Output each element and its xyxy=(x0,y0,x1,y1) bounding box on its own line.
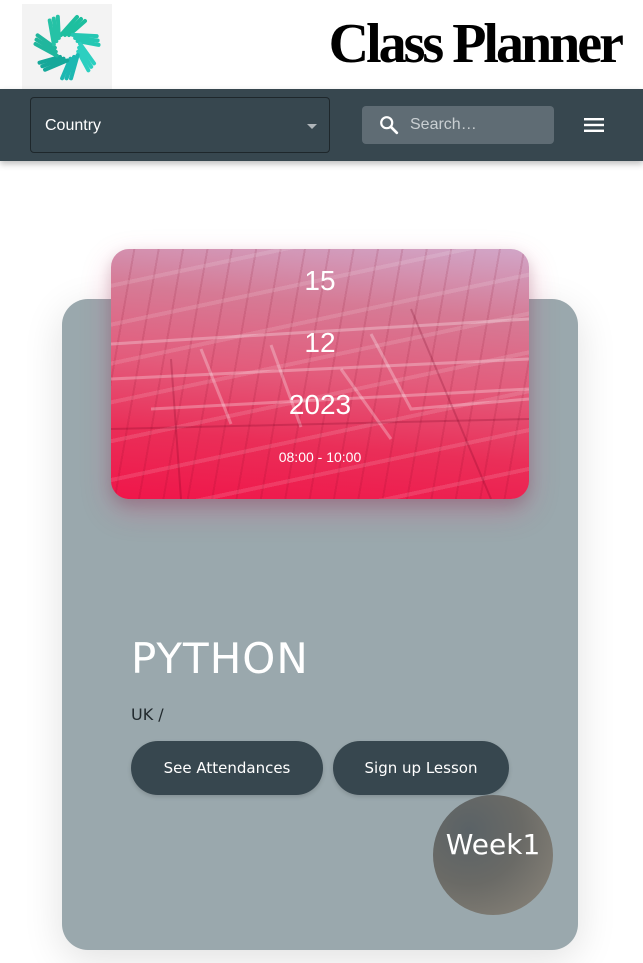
app-logo[interactable] xyxy=(22,4,112,89)
chevron-down-icon xyxy=(307,124,317,129)
app-title: Class Planner xyxy=(328,13,624,75)
teal-snowflake-logo-icon xyxy=(33,14,101,80)
app-header: Class Planner xyxy=(0,0,643,89)
hamburger-menu-icon[interactable] xyxy=(580,111,608,139)
date-year: 2023 xyxy=(288,389,352,420)
date-panel: 15 12 2023 08:00 - 10:00 xyxy=(111,249,529,499)
date-month: 12 xyxy=(304,327,336,358)
time-range: 08:00 - 10:00 xyxy=(278,449,362,465)
see-attendances-button[interactable]: See Attendances xyxy=(131,741,323,795)
week-badge: Week1 xyxy=(433,795,553,915)
menu-icon xyxy=(584,118,604,132)
country-select-label: Country xyxy=(45,117,102,134)
toolbar: Country xyxy=(0,89,643,161)
sign-up-lesson-button[interactable]: Sign up Lesson xyxy=(333,741,509,795)
course-location: UK / xyxy=(131,705,164,724)
search-box[interactable] xyxy=(362,106,554,144)
search-icon xyxy=(380,116,399,135)
date-day: 15 xyxy=(304,265,336,296)
course-title: PYTHON xyxy=(131,634,309,683)
week-label: Week1 xyxy=(445,827,541,861)
search-input[interactable] xyxy=(410,106,550,144)
country-select[interactable]: Country xyxy=(30,97,330,153)
